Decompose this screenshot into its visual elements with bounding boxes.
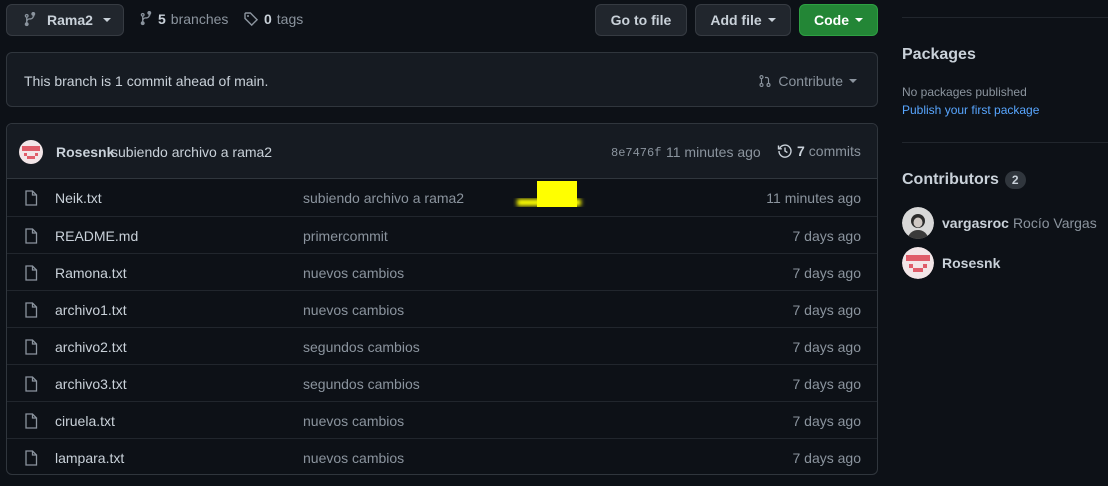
file-name-link[interactable]: archivo2.txt bbox=[55, 339, 127, 355]
file-commit-message-link[interactable]: subiendo archivo a rama2 bbox=[303, 190, 464, 206]
file-commit-date: 7 days ago bbox=[792, 450, 862, 466]
caret-down-icon bbox=[767, 18, 776, 22]
file-icon bbox=[25, 228, 38, 244]
pull-request-icon bbox=[759, 75, 771, 87]
contributors-title-text: Contributors bbox=[902, 171, 999, 188]
file-name-link[interactable]: Ramona.txt bbox=[55, 265, 127, 281]
file-commit-date: 7 days ago bbox=[792, 302, 862, 318]
git-branch-icon bbox=[24, 12, 36, 27]
commits-history-link[interactable]: 7 commits bbox=[777, 143, 861, 159]
commit-author-link[interactable]: Rosesnk bbox=[56, 144, 114, 160]
file-icon bbox=[25, 339, 38, 355]
branches-label: branches bbox=[170, 11, 229, 27]
file-row[interactable]: archivo1.txt nuevos cambios 7 days ago bbox=[7, 290, 877, 327]
contributor-item[interactable]: vargasroc Rocío Vargas bbox=[902, 207, 1097, 239]
redaction-mark bbox=[517, 181, 581, 207]
file-row[interactable]: archivo2.txt segundos cambios 7 days ago bbox=[7, 327, 877, 364]
caret-down-icon bbox=[849, 79, 857, 83]
sidebar-divider bbox=[902, 142, 1108, 143]
file-row[interactable]: archivo3.txt segundos cambios 7 days ago bbox=[7, 364, 877, 401]
branch-name: Rama2 bbox=[47, 12, 93, 28]
file-row[interactable]: README.md primercommit 7 days ago bbox=[7, 216, 877, 253]
commit-message-link[interactable]: subiendo archivo a rama2 bbox=[111, 144, 272, 160]
commits-count: 7 bbox=[797, 143, 805, 159]
caret-down-icon bbox=[102, 18, 111, 22]
contributor-login[interactable]: Rosesnk bbox=[942, 255, 1000, 271]
file-name-link[interactable]: Neik.txt bbox=[55, 190, 102, 206]
contributor-item[interactable]: Rosesnk bbox=[902, 247, 1000, 279]
file-commit-message-link[interactable]: segundos cambios bbox=[303, 339, 420, 355]
file-row[interactable]: Neik.txt subiendo archivo a rama2 11 minut… bbox=[7, 179, 877, 216]
file-commit-date: 11 minutes ago bbox=[766, 190, 861, 206]
branch-selector-button[interactable]: Rama2 bbox=[6, 4, 124, 36]
file-commit-message-link[interactable]: nuevos cambios bbox=[303, 265, 404, 281]
commit-time: 11 minutes ago bbox=[666, 144, 761, 160]
caret-down-icon bbox=[855, 18, 863, 22]
file-name-link[interactable]: README.md bbox=[55, 228, 138, 244]
file-row[interactable]: Ramona.txt nuevos cambios 7 days ago bbox=[7, 253, 877, 290]
sidebar-divider bbox=[902, 17, 1108, 18]
contributors-title[interactable]: Contributors 2 bbox=[902, 171, 1026, 189]
packages-title: Packages bbox=[902, 46, 976, 63]
file-commit-message-link[interactable]: primercommit bbox=[303, 228, 388, 244]
file-icon bbox=[25, 450, 38, 466]
add-file-label: Add file bbox=[710, 12, 762, 28]
file-row[interactable]: ciruela.txt nuevos cambios 7 days ago bbox=[7, 401, 877, 438]
author-avatar[interactable] bbox=[19, 140, 43, 164]
tags-label: tags bbox=[276, 11, 304, 27]
file-commit-message-link[interactable]: nuevos cambios bbox=[303, 302, 404, 318]
tags-count: 0 bbox=[264, 11, 272, 27]
go-to-file-label: Go to file bbox=[610, 12, 672, 28]
code-button[interactable]: Code bbox=[799, 4, 878, 36]
file-icon bbox=[25, 265, 38, 281]
contributor-avatar[interactable] bbox=[902, 207, 934, 239]
file-name-link[interactable]: ciruela.txt bbox=[55, 413, 115, 429]
file-commit-date: 7 days ago bbox=[792, 413, 862, 429]
file-commit-date: 7 days ago bbox=[792, 228, 862, 244]
contributor-name: Rocío Vargas bbox=[1012, 215, 1097, 231]
commit-sha-link[interactable]: 8e7476f bbox=[611, 146, 661, 160]
file-icon bbox=[25, 190, 38, 206]
file-commit-message-link[interactable]: segundos cambios bbox=[303, 376, 420, 392]
packages-empty-text: No packages published bbox=[902, 85, 1027, 99]
file-commit-message-link[interactable]: nuevos cambios bbox=[303, 450, 404, 466]
file-name-link[interactable]: archivo1.txt bbox=[55, 302, 127, 318]
tag-icon bbox=[244, 12, 259, 27]
contributors-count-badge: 2 bbox=[1004, 171, 1026, 189]
file-name-link[interactable]: lampara.txt bbox=[55, 450, 124, 466]
history-icon bbox=[777, 144, 792, 158]
file-name-link[interactable]: archivo3.txt bbox=[55, 376, 127, 392]
branch-ahead-text: This branch is 1 commit ahead of main. bbox=[24, 73, 269, 89]
publish-package-link[interactable]: Publish your first package bbox=[902, 103, 1039, 117]
code-label: Code bbox=[814, 12, 849, 28]
commits-label: commits bbox=[808, 143, 861, 159]
git-branch-icon bbox=[140, 11, 152, 26]
add-file-button[interactable]: Add file bbox=[695, 4, 791, 36]
go-to-file-button[interactable]: Go to file bbox=[595, 4, 687, 36]
file-row[interactable]: lampara.txt nuevos cambios 7 days ago bbox=[7, 438, 877, 474]
contributor-avatar[interactable] bbox=[902, 247, 934, 279]
file-commit-date: 7 days ago bbox=[792, 376, 862, 392]
file-icon bbox=[25, 376, 38, 392]
branches-link[interactable]: 5 branches bbox=[139, 11, 228, 27]
contribute-button[interactable]: Contribute bbox=[758, 73, 857, 89]
branch-ahead-banner: This branch is 1 commit ahead of main. C… bbox=[6, 52, 878, 107]
latest-commit-bar: Rosesnk subiendo archivo a rama2 8e7476f… bbox=[7, 124, 877, 179]
contributor-login[interactable]: vargasroc bbox=[942, 215, 1009, 231]
file-commit-date: 7 days ago bbox=[792, 339, 862, 355]
file-commit-message-link[interactable]: nuevos cambios bbox=[303, 413, 404, 429]
branches-count: 5 bbox=[158, 11, 166, 27]
file-icon bbox=[25, 302, 38, 318]
tags-link[interactable]: 0 tags bbox=[243, 11, 303, 27]
contribute-label: Contribute bbox=[778, 73, 843, 89]
file-commit-date: 7 days ago bbox=[792, 265, 862, 281]
file-list: Rosesnk subiendo archivo a rama2 8e7476f… bbox=[6, 123, 878, 475]
file-icon bbox=[25, 413, 38, 429]
